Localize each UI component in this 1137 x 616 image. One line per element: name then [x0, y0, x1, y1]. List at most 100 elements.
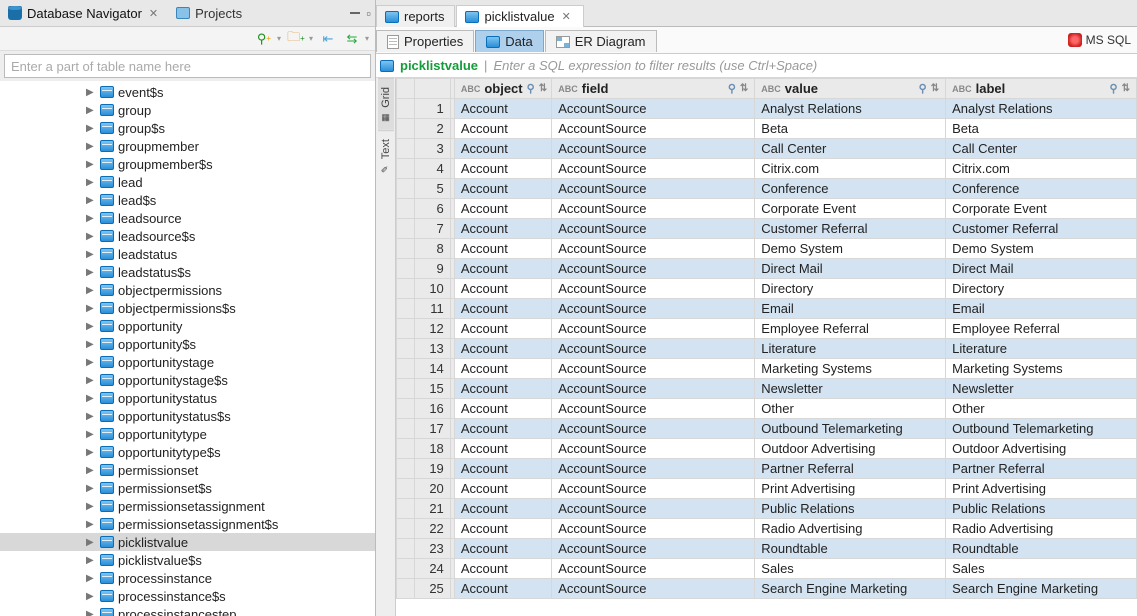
- table-row[interactable]: 8AccountAccountSourceDemo SystemDemo Sys…: [397, 239, 1137, 259]
- cell-field[interactable]: AccountSource: [552, 179, 755, 199]
- cell-object[interactable]: Account: [454, 419, 551, 439]
- cell-label[interactable]: Direct Mail: [946, 259, 1137, 279]
- cell-value[interactable]: Call Center: [755, 139, 946, 159]
- tree-node-leadstatus-s[interactable]: ▶leadstatus$s: [0, 263, 375, 281]
- tree-node-opportunitystage-s[interactable]: ▶opportunitystage$s: [0, 371, 375, 389]
- table-row[interactable]: 24AccountAccountSourceSalesSales: [397, 559, 1137, 579]
- cell-label[interactable]: Directory: [946, 279, 1137, 299]
- cell-value[interactable]: Outdoor Advertising: [755, 439, 946, 459]
- chevron-down-icon[interactable]: ▾: [277, 34, 281, 43]
- table-row[interactable]: 10AccountAccountSourceDirectoryDirectory: [397, 279, 1137, 299]
- cell-object[interactable]: Account: [454, 159, 551, 179]
- data-grid-scroll[interactable]: ABCobject⚲⇅ABCfield⚲⇅ABCvalue⚲⇅ABClabel⚲…: [396, 78, 1137, 616]
- column-header-value[interactable]: ABCvalue⚲⇅: [755, 79, 946, 99]
- cell-object[interactable]: Account: [454, 319, 551, 339]
- cell-field[interactable]: AccountSource: [552, 119, 755, 139]
- cell-label[interactable]: Search Engine Marketing: [946, 579, 1137, 599]
- cell-object[interactable]: Account: [454, 119, 551, 139]
- table-row[interactable]: 6AccountAccountSourceCorporate EventCorp…: [397, 199, 1137, 219]
- cell-label[interactable]: Demo System: [946, 239, 1137, 259]
- tab-projects[interactable]: Projects: [172, 4, 246, 23]
- cell-value[interactable]: Marketing Systems: [755, 359, 946, 379]
- tree-node-opportunitytype-s[interactable]: ▶opportunitytype$s: [0, 443, 375, 461]
- tree-node-leadstatus[interactable]: ▶leadstatus: [0, 245, 375, 263]
- tree-node-objectpermissions[interactable]: ▶objectpermissions: [0, 281, 375, 299]
- tree-node-permissionset[interactable]: ▶permissionset: [0, 461, 375, 479]
- tree-node-lead-s[interactable]: ▶lead$s: [0, 191, 375, 209]
- cell-label[interactable]: Other: [946, 399, 1137, 419]
- editor-tab-reports[interactable]: reports: [376, 5, 455, 27]
- link-editor-button[interactable]: ⇆: [343, 30, 361, 48]
- cell-field[interactable]: AccountSource: [552, 159, 755, 179]
- cell-label[interactable]: Marketing Systems: [946, 359, 1137, 379]
- cell-label[interactable]: Newsletter: [946, 379, 1137, 399]
- tree-node-permissionset-s[interactable]: ▶permissionset$s: [0, 479, 375, 497]
- cell-value[interactable]: Print Advertising: [755, 479, 946, 499]
- tree-node-picklistvalue-s[interactable]: ▶picklistvalue$s: [0, 551, 375, 569]
- new-connection-button[interactable]: ⚲+: [255, 30, 273, 48]
- table-row[interactable]: 25AccountAccountSourceSearch Engine Mark…: [397, 579, 1137, 599]
- cell-value[interactable]: Newsletter: [755, 379, 946, 399]
- cell-field[interactable]: AccountSource: [552, 139, 755, 159]
- cell-label[interactable]: Roundtable: [946, 539, 1137, 559]
- table-row[interactable]: 17AccountAccountSourceOutbound Telemarke…: [397, 419, 1137, 439]
- cell-field[interactable]: AccountSource: [552, 379, 755, 399]
- tree-node-groupmember[interactable]: ▶groupmember: [0, 137, 375, 155]
- cell-label[interactable]: Analyst Relations: [946, 99, 1137, 119]
- cell-field[interactable]: AccountSource: [552, 339, 755, 359]
- filter-icon[interactable]: ⚲: [1110, 82, 1118, 95]
- tree-node-permissionsetassignment[interactable]: ▶permissionsetassignment: [0, 497, 375, 515]
- cell-label[interactable]: Employee Referral: [946, 319, 1137, 339]
- cell-label[interactable]: Public Relations: [946, 499, 1137, 519]
- cell-field[interactable]: AccountSource: [552, 459, 755, 479]
- cell-value[interactable]: Roundtable: [755, 539, 946, 559]
- cell-field[interactable]: AccountSource: [552, 199, 755, 219]
- tree-node-processinstance-s[interactable]: ▶processinstance$s: [0, 587, 375, 605]
- cell-value[interactable]: Partner Referral: [755, 459, 946, 479]
- tree-node-leadsource[interactable]: ▶leadsource: [0, 209, 375, 227]
- cell-object[interactable]: Account: [454, 339, 551, 359]
- breadcrumb-table[interactable]: picklistvalue: [400, 58, 478, 73]
- cell-field[interactable]: AccountSource: [552, 359, 755, 379]
- cell-object[interactable]: Account: [454, 359, 551, 379]
- tree-node-groupmember-s[interactable]: ▶groupmember$s: [0, 155, 375, 173]
- editor-tab-picklistvalue[interactable]: picklistvalue✕: [456, 5, 583, 27]
- collapse-button[interactable]: ⇤: [319, 30, 337, 48]
- table-row[interactable]: 4AccountAccountSourceCitrix.comCitrix.co…: [397, 159, 1137, 179]
- table-row[interactable]: 9AccountAccountSourceDirect MailDirect M…: [397, 259, 1137, 279]
- tab-properties[interactable]: Properties: [376, 30, 474, 52]
- tree-node-opportunitystage[interactable]: ▶opportunitystage: [0, 353, 375, 371]
- tree-node-opportunitystatus-s[interactable]: ▶opportunitystatus$s: [0, 407, 375, 425]
- table-row[interactable]: 15AccountAccountSourceNewsletterNewslett…: [397, 379, 1137, 399]
- tree-filter-input[interactable]: [4, 54, 371, 78]
- cell-label[interactable]: Email: [946, 299, 1137, 319]
- cell-label[interactable]: Citrix.com: [946, 159, 1137, 179]
- tree-node-group[interactable]: ▶group: [0, 101, 375, 119]
- cell-value[interactable]: Radio Advertising: [755, 519, 946, 539]
- table-row[interactable]: 1AccountAccountSourceAnalyst RelationsAn…: [397, 99, 1137, 119]
- table-row[interactable]: 22AccountAccountSourceRadio AdvertisingR…: [397, 519, 1137, 539]
- close-icon[interactable]: ✕: [147, 7, 160, 20]
- tree-node-lead[interactable]: ▶lead: [0, 173, 375, 191]
- tree-node-opportunity[interactable]: ▶opportunity: [0, 317, 375, 335]
- cell-value[interactable]: Analyst Relations: [755, 99, 946, 119]
- cell-value[interactable]: Employee Referral: [755, 319, 946, 339]
- table-row[interactable]: 12AccountAccountSourceEmployee ReferralE…: [397, 319, 1137, 339]
- tab-er-diagram[interactable]: ER Diagram: [545, 30, 657, 52]
- cell-object[interactable]: Account: [454, 299, 551, 319]
- tab-data[interactable]: Data: [475, 30, 543, 52]
- cell-value[interactable]: Public Relations: [755, 499, 946, 519]
- cell-field[interactable]: AccountSource: [552, 219, 755, 239]
- cell-label[interactable]: Literature: [946, 339, 1137, 359]
- table-row[interactable]: 3AccountAccountSourceCall CenterCall Cen…: [397, 139, 1137, 159]
- column-header-object[interactable]: ABCobject⚲⇅: [454, 79, 551, 99]
- cell-label[interactable]: Outbound Telemarketing: [946, 419, 1137, 439]
- cell-label[interactable]: Partner Referral: [946, 459, 1137, 479]
- cell-object[interactable]: Account: [454, 259, 551, 279]
- cell-field[interactable]: AccountSource: [552, 519, 755, 539]
- cell-object[interactable]: Account: [454, 539, 551, 559]
- table-row[interactable]: 13AccountAccountSourceLiteratureLiteratu…: [397, 339, 1137, 359]
- side-tab-grid[interactable]: ▦Grid: [378, 78, 394, 130]
- cell-field[interactable]: AccountSource: [552, 279, 755, 299]
- cell-label[interactable]: Outdoor Advertising: [946, 439, 1137, 459]
